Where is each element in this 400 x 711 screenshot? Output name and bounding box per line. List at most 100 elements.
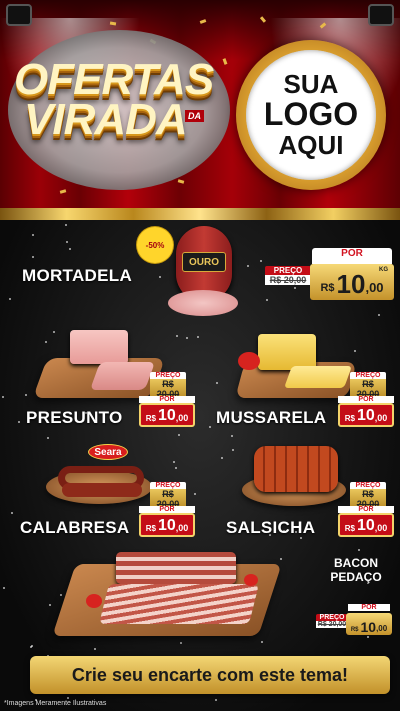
price-cents: ,00 (175, 413, 189, 423)
currency: R$ (145, 414, 156, 423)
calabresa-brand-logo: Seara (88, 444, 128, 460)
price-label: PREÇO (265, 266, 311, 275)
star (175, 467, 177, 469)
star (294, 287, 296, 289)
disclaimer: *Imagens Meramente Ilustrativas (4, 700, 107, 707)
product-name-presunto: PRESUNTO (26, 408, 123, 427)
price-cents: ,00 (365, 280, 384, 295)
star (11, 512, 13, 514)
price-tag-mortadela-old: PREÇO R$ 20,00 (265, 266, 311, 285)
price-value: 10 (356, 517, 375, 534)
product-name-bacon-line1: BACON (334, 556, 378, 570)
price-tag-bacon-new: R$ 10 ,00 (346, 613, 392, 635)
old-price: R$ 20,00 (316, 621, 348, 628)
star (367, 636, 369, 638)
price-cents: ,00 (175, 523, 189, 533)
star (32, 256, 34, 258)
price-tag-presunto-new: POR R$ 10 ,00 (139, 396, 195, 427)
star (49, 604, 51, 606)
price-value: 10 (336, 269, 366, 299)
star (354, 350, 356, 352)
star (9, 298, 11, 300)
star (3, 587, 5, 589)
bacon-image (116, 552, 236, 584)
price-value: 10 (157, 517, 176, 534)
price-tag-bacon-old: PREÇO R$ 20,00 (316, 614, 348, 628)
price-tag-calabresa-new: POR R$ 10 ,00 (139, 506, 195, 537)
currency: R$ (145, 524, 156, 533)
price-label: PREÇO (350, 372, 386, 379)
star (197, 336, 199, 338)
star (45, 341, 47, 343)
bacon-slices (99, 584, 259, 624)
calabresa-link (62, 483, 142, 497)
price-cents: ,00 (374, 523, 388, 533)
price-label: PREÇO (350, 482, 386, 489)
star (66, 241, 68, 243)
title-line2: VIRADA (24, 95, 188, 144)
star (47, 437, 49, 439)
price-label: PREÇO (316, 614, 348, 621)
star (221, 457, 223, 459)
star (209, 426, 211, 428)
price-tag-salsicha-new: POR R$ 10 ,00 (338, 506, 394, 537)
star (280, 558, 282, 560)
logo-line2: LOGO (263, 96, 359, 133)
price-tag-mussarela-old: PREÇO R$ 20,00 (350, 372, 386, 399)
cta-banner[interactable]: Crie seu encarte com este tema! (30, 656, 390, 694)
star (173, 461, 175, 463)
currency: R$ (344, 524, 355, 533)
spotlight-left-icon (6, 4, 32, 26)
star (178, 434, 180, 436)
price-cents: ,00 (374, 413, 388, 423)
price-label: PREÇO (150, 372, 186, 379)
logo-placeholder: SUA LOGO AQUI (246, 50, 376, 180)
mortadela-slices (168, 290, 238, 316)
product-name-calabresa: CALABRESA (20, 518, 130, 537)
star (30, 646, 32, 648)
star (53, 331, 55, 333)
price-tag-presunto-old: PREÇO R$ 20,00 (150, 372, 186, 399)
por-label: POR (338, 506, 394, 513)
product-name-mortadela: MORTADELA (22, 266, 133, 285)
tomato-icon (244, 574, 258, 586)
star (194, 493, 196, 495)
star (232, 449, 234, 451)
price-value: 10 (356, 407, 375, 424)
star (247, 265, 249, 267)
por-label: POR (348, 604, 390, 611)
mussarela-image (258, 334, 316, 370)
star (176, 335, 178, 337)
star (65, 224, 67, 226)
star (69, 248, 71, 250)
price-cents: ,00 (376, 624, 388, 633)
star (358, 549, 360, 551)
title-tag: DA (185, 110, 204, 122)
presunto-slices (89, 362, 156, 390)
salsicha-image (254, 446, 338, 492)
por-label: POR (139, 506, 195, 513)
price-value: 10 (360, 619, 377, 635)
star (260, 260, 262, 262)
star (378, 314, 380, 316)
spotlight-right-icon (368, 4, 394, 26)
star (231, 435, 233, 437)
star (186, 337, 188, 339)
star (18, 421, 20, 423)
price-new-mortadela: R$ 10 ,00 KG (310, 264, 394, 300)
mussarela-slices (283, 366, 353, 388)
star (159, 276, 161, 278)
discount-badge: -50% (140, 230, 170, 260)
product-name-salsicha: SALSICHA (226, 518, 316, 537)
logo-line3: AQUI (278, 129, 344, 160)
gold-band (0, 208, 400, 220)
price-tag-mussarela-new: POR R$ 10 ,00 (338, 396, 394, 427)
product-name-bacon: BACON PEDAÇO (324, 556, 388, 585)
star (32, 234, 34, 236)
star (266, 299, 268, 301)
price-label: PREÇO (150, 482, 186, 489)
star (67, 697, 69, 699)
currency: R$ (344, 414, 355, 423)
star (215, 699, 217, 701)
currency: R$ (320, 282, 335, 294)
